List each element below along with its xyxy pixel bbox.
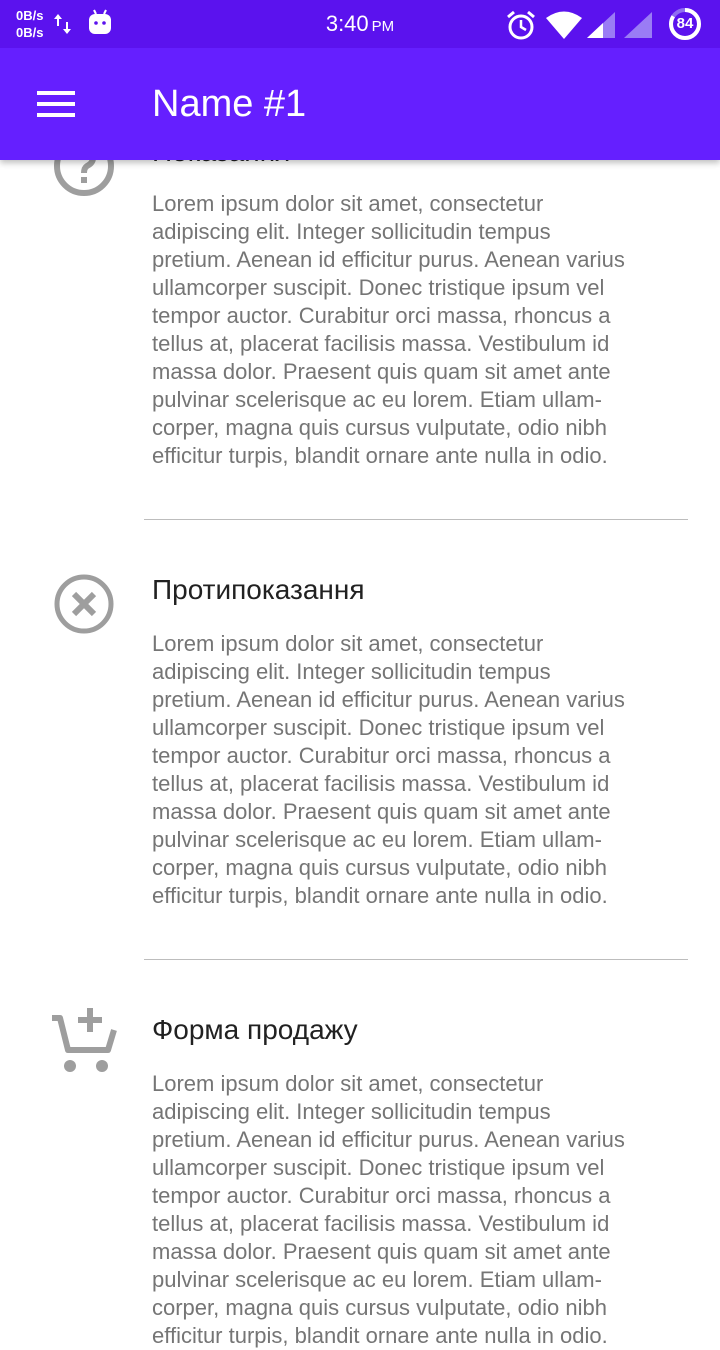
body-line: Lorem ipsum dolor sit amet, consectetur	[152, 1071, 544, 1096]
body-line: Lorem ipsum dolor sit amet, consectetur	[152, 631, 544, 656]
battery-level: 84	[676, 15, 694, 32]
body-line: efficitur turpis, blandit ornare ante nu…	[152, 1323, 608, 1348]
body-line: Lorem ipsum dolor sit amet, consectetur	[152, 191, 544, 216]
signal-icon	[587, 12, 615, 38]
add-shopping-cart-icon	[52, 1008, 117, 1072]
body-line: pulvinar scelerisque ac eu lorem. Etiam …	[152, 387, 602, 412]
content-list[interactable]: Показання Lorem ipsum dolor sit amet, co…	[0, 0, 720, 1348]
body-line: massa dolor. Praesent quis quam sit amet…	[152, 359, 611, 384]
section-body: Lorem ipsum dolor sit amet, consectetur …	[152, 630, 682, 910]
body-line: efficitur turpis, blandit ornare ante nu…	[152, 883, 608, 908]
signal-icon	[624, 12, 652, 38]
body-line: tellus at, placerat facilisis massa. Ves…	[152, 1211, 610, 1236]
body-line: ullamcorper suscipit. Donec tristique ip…	[152, 275, 605, 300]
body-line: corper, magna quis cursus vulputate, odi…	[152, 855, 607, 880]
body-line: massa dolor. Praesent quis quam sit amet…	[152, 799, 611, 824]
body-line: tempor auctor. Curabitur orci massa, rho…	[152, 743, 611, 768]
menu-icon[interactable]	[36, 88, 76, 120]
body-line: efficitur turpis, blandit ornare ante nu…	[152, 443, 608, 468]
body-line: tempor auctor. Curabitur orci massa, rho…	[152, 303, 611, 328]
body-line: tellus at, placerat facilisis massa. Ves…	[152, 771, 610, 796]
app-bar: Name #1	[0, 48, 720, 160]
page-title: Name #1	[152, 83, 307, 125]
body-line: tempor auctor. Curabitur orci massa, rho…	[152, 1183, 611, 1208]
divider	[144, 959, 688, 960]
body-line: pulvinar scelerisque ac eu lorem. Etiam …	[152, 1267, 602, 1292]
body-line: pulvinar scelerisque ac eu lorem. Etiam …	[152, 827, 602, 852]
body-line: tellus at, placerat facilisis massa. Ves…	[152, 331, 610, 356]
section-title: Форма продажу	[152, 1014, 358, 1045]
body-line: pretium. Aenean id efficitur purus. Aene…	[152, 247, 625, 272]
wifi-icon	[546, 11, 582, 39]
body-line: pretium. Aenean id efficitur purus. Aene…	[152, 1127, 625, 1152]
alarm-icon	[507, 10, 535, 40]
section-body: Lorem ipsum dolor sit amet, consectetur …	[152, 190, 682, 470]
clock-time: 3:40	[325, 11, 369, 36]
body-line: adipiscing elit. Integer sollicitudin te…	[152, 219, 551, 244]
battery-indicator: 84	[668, 7, 702, 41]
body-line: pretium. Aenean id efficitur purus. Aene…	[152, 687, 625, 712]
clock-ampm: PM	[371, 18, 395, 35]
body-line: adipiscing elit. Integer sollicitudin te…	[152, 659, 551, 684]
body-line: ullamcorper suscipit. Donec tristique ip…	[152, 715, 605, 740]
body-line: adipiscing elit. Integer sollicitudin te…	[152, 1099, 551, 1124]
body-line: massa dolor. Praesent quis quam sit amet…	[152, 1239, 611, 1264]
body-line: ullamcorper suscipit. Donec tristique ip…	[152, 1155, 605, 1180]
body-line: corper, magna quis cursus vulputate, odi…	[152, 415, 607, 440]
status-bar: 0B/s 0B/s 3:40 PM 84	[0, 0, 720, 48]
body-line: corper, magna quis cursus vulputate, odi…	[152, 1295, 607, 1320]
section-title: Протипоказання	[152, 574, 365, 605]
section-body: Lorem ipsum dolor sit amet, consectetur …	[152, 1070, 682, 1350]
divider	[144, 519, 688, 520]
cancel-circle-icon	[54, 574, 114, 634]
